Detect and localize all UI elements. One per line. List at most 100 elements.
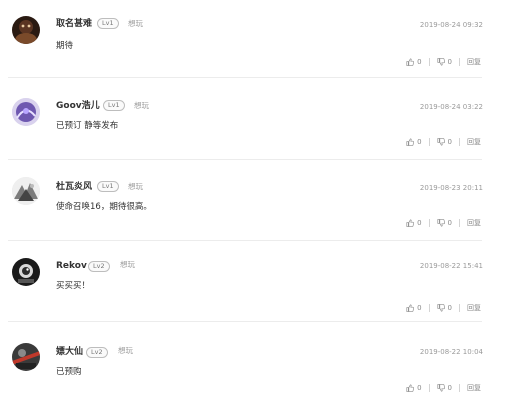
comment-divider [8, 321, 482, 322]
divider [428, 58, 430, 66]
reply-button[interactable]: 回复 [467, 57, 481, 67]
username[interactable]: 嫖大仙 [56, 346, 83, 358]
reply-label: 回复 [467, 304, 481, 312]
reply-button[interactable]: 回复 [467, 383, 481, 393]
like-button[interactable]: 0 [406, 304, 422, 312]
like-count: 0 [417, 219, 422, 227]
avatar[interactable] [12, 177, 40, 205]
username[interactable]: 杜瓦炎风 [56, 181, 92, 193]
comment-text: 已预购 [56, 367, 82, 377]
status-label: 想玩 [128, 182, 143, 191]
thumbs-down-icon [437, 304, 445, 312]
avatar-image [12, 177, 40, 205]
like-button[interactable]: 0 [406, 219, 422, 227]
thumbs-down-icon [437, 384, 445, 392]
comment-actions: 0 0 回复 [406, 382, 481, 394]
dislike-button[interactable]: 0 [437, 138, 452, 146]
reply-button[interactable]: 回复 [467, 137, 481, 147]
avatar[interactable] [12, 16, 40, 44]
level-badge: Lv1 [97, 18, 119, 29]
comment-text: 期待 [56, 41, 74, 51]
comment-divider [8, 159, 482, 160]
like-button[interactable]: 0 [406, 138, 422, 146]
avatar[interactable] [12, 258, 40, 286]
level-badge: Lv2 [86, 347, 108, 358]
divider [459, 138, 460, 146]
comment-divider [8, 240, 482, 241]
timestamp: 2019-08-22 15:41 [419, 262, 483, 270]
thumbs-down-icon [437, 138, 445, 146]
comment-list: 取名甚难 Lv1 想玩 2019-08-24 09:32 期待 0 0 回复 G… [0, 0, 513, 400]
status-label: 想玩 [118, 346, 133, 355]
level-badge: Lv1 [103, 100, 125, 111]
dislike-button[interactable]: 0 [437, 304, 452, 312]
like-count: 0 [417, 384, 422, 392]
divider [459, 219, 460, 227]
like-button[interactable]: 0 [406, 384, 422, 392]
comment-item: Rekov Lv2 想玩 2019-08-22 15:41 买买买！ 0 0 回… [0, 256, 513, 322]
level-badge: Lv1 [97, 181, 119, 192]
dislike-count: 0 [447, 138, 452, 146]
like-count: 0 [417, 58, 422, 66]
thumbs-down-icon [437, 219, 445, 227]
comment-text: 已预订 静等发布 [56, 121, 119, 131]
comment-item: Goov浩儿 Lv1 想玩 2019-08-24 03:22 已预订 静等发布 … [0, 94, 513, 160]
dislike-button[interactable]: 0 [437, 58, 452, 66]
status-label: 想玩 [120, 260, 135, 269]
comment-divider [8, 77, 482, 78]
timestamp: 2019-08-24 09:32 [419, 21, 483, 29]
thumbs-up-icon [406, 58, 414, 66]
reply-label: 回复 [467, 219, 481, 227]
dislike-button[interactable]: 0 [437, 384, 452, 392]
dislike-count: 0 [447, 219, 452, 227]
divider [459, 384, 460, 392]
username[interactable]: Goov浩儿 [56, 100, 100, 112]
level-badge: Lv2 [88, 261, 110, 272]
like-button[interactable]: 0 [406, 58, 422, 66]
avatar[interactable] [12, 343, 40, 371]
status-label: 想玩 [134, 101, 149, 110]
thumbs-down-icon [437, 58, 445, 66]
username[interactable]: 取名甚难 [56, 18, 92, 30]
reply-button[interactable]: 回复 [467, 303, 481, 313]
reply-label: 回复 [467, 58, 481, 66]
thumbs-up-icon [406, 304, 414, 312]
comment-item: 杜瓦炎风 Lv1 想玩 2019-08-23 20:11 使命召唤16，期待很高… [0, 175, 513, 241]
avatar-image [12, 343, 40, 371]
like-count: 0 [417, 304, 422, 312]
divider [459, 58, 460, 66]
timestamp: 2019-08-23 20:11 [419, 184, 483, 192]
comment-text: 使命召唤16，期待很高。 [56, 202, 152, 212]
divider [428, 384, 430, 392]
comment-text: 买买买！ [56, 281, 91, 291]
thumbs-up-icon [406, 219, 414, 227]
avatar[interactable] [12, 98, 40, 126]
username[interactable]: Rekov [56, 260, 87, 272]
comment-item: 嫖大仙 Lv2 想玩 2019-08-22 10:04 已预购 0 0 回复 [0, 342, 513, 400]
divider [428, 219, 430, 227]
reply-label: 回复 [467, 384, 481, 392]
reply-label: 回复 [467, 138, 481, 146]
divider [428, 304, 430, 312]
avatar-image [12, 258, 40, 286]
comment-item: 取名甚难 Lv1 想玩 2019-08-24 09:32 期待 0 0 回复 [0, 12, 513, 78]
divider [428, 138, 430, 146]
like-count: 0 [417, 138, 422, 146]
comment-actions: 0 0 回复 [406, 56, 481, 68]
avatar-image [12, 98, 40, 126]
dislike-button[interactable]: 0 [437, 219, 452, 227]
thumbs-up-icon [406, 384, 414, 392]
comment-actions: 0 0 回复 [406, 302, 481, 314]
reply-button[interactable]: 回复 [467, 218, 481, 228]
comment-actions: 0 0 回复 [406, 217, 481, 229]
dislike-count: 0 [447, 304, 452, 312]
dislike-count: 0 [447, 58, 452, 66]
dislike-count: 0 [447, 384, 452, 392]
timestamp: 2019-08-24 03:22 [419, 103, 483, 111]
comment-actions: 0 0 回复 [406, 136, 481, 148]
timestamp: 2019-08-22 10:04 [419, 348, 483, 356]
avatar-image [12, 16, 40, 44]
divider [459, 304, 460, 312]
status-label: 想玩 [128, 19, 143, 28]
thumbs-up-icon [406, 138, 414, 146]
